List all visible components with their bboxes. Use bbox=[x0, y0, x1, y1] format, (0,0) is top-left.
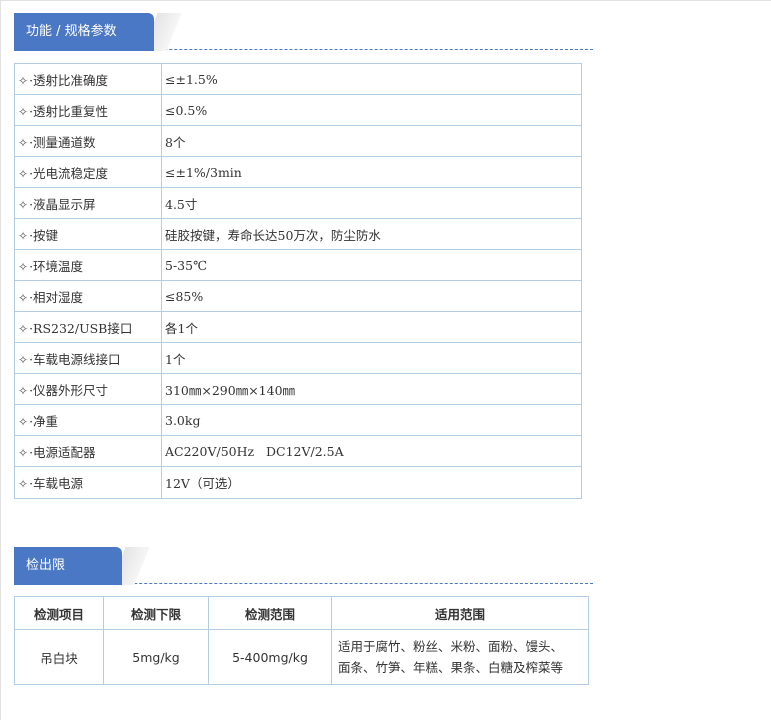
diamond-icon: ✧ bbox=[18, 197, 29, 212]
spec-label-cell: ✧·车载电源线接口 bbox=[14, 342, 162, 374]
frame-left-border bbox=[0, 0, 1, 720]
limit-table: 检测项目 检测下限 检测范围 适用范围 吊白块 5mg/kg 5-400mg/k… bbox=[14, 596, 589, 685]
diamond-icon: ✧ bbox=[18, 166, 29, 181]
table-row: ✧·液晶显示屏 4.5寸 bbox=[14, 187, 582, 219]
diamond-icon: ✧ bbox=[18, 73, 29, 88]
diamond-icon: ✧ bbox=[18, 414, 29, 429]
spec-value-cell: ≤85% bbox=[161, 280, 582, 312]
spec-value-cell: 8个 bbox=[161, 125, 582, 157]
table-header-row: 检测项目 检测下限 检测范围 适用范围 bbox=[14, 596, 589, 630]
spec-label-cell: ✧·RS232/USB接口 bbox=[14, 311, 162, 343]
spec-label-cell: ✧·测量通道数 bbox=[14, 125, 162, 157]
table-row: 吊白块 5mg/kg 5-400mg/kg 适用于腐竹、粉丝、米粉、面粉、馒头、… bbox=[14, 629, 589, 685]
spec-label-cell: ✧·透射比重复性 bbox=[14, 94, 162, 126]
diamond-icon: ✧ bbox=[18, 383, 29, 398]
spec-label-cell: ✧·液晶显示屏 bbox=[14, 187, 162, 219]
spec-label: ·光电流稳定度 bbox=[29, 165, 109, 181]
limit-section-title: 检出限 bbox=[26, 558, 66, 573]
spec-value-cell: ≤0.5% bbox=[161, 94, 582, 126]
spec-label: ·透射比重复性 bbox=[29, 103, 109, 119]
spec-table: ✧·透射比准确度 ≤±1.5% ✧·透射比重复性 ≤0.5% ✧·测量通道数 8… bbox=[14, 63, 582, 499]
spec-label-cell: ✧·电源适配器 bbox=[14, 435, 162, 467]
scope-line: 面条、竹笋、年糕、果条、白糖及榨菜等 bbox=[338, 660, 564, 675]
spec-label: ·相对湿度 bbox=[29, 289, 84, 305]
spec-label-cell: ✧·透射比准确度 bbox=[14, 63, 162, 95]
table-row: ✧·仪器外形尺寸 310㎜×290㎜×140㎜ bbox=[14, 373, 582, 405]
spec-label-cell: ✧·车载电源 bbox=[14, 466, 162, 499]
spec-label: ·电源适配器 bbox=[29, 444, 96, 460]
spec-value-cell: 5-35℃ bbox=[161, 249, 582, 281]
spec-label: ·测量通道数 bbox=[29, 134, 96, 150]
cell-scope: 适用于腐竹、粉丝、米粉、面粉、馒头、 面条、竹笋、年糕、果条、白糖及榨菜等 bbox=[331, 629, 589, 685]
spec-section-header: 功能 / 规格参数 bbox=[14, 13, 594, 53]
table-row: ✧·相对湿度 ≤85% bbox=[14, 280, 582, 312]
scope-line: 适用于腐竹、粉丝、米粉、面粉、馒头、 bbox=[338, 639, 564, 654]
spec-label: ·车载电源线接口 bbox=[29, 351, 121, 367]
diamond-icon: ✧ bbox=[18, 228, 29, 243]
diamond-icon: ✧ bbox=[18, 352, 29, 367]
spec-label: ·仪器外形尺寸 bbox=[29, 382, 109, 398]
diamond-icon: ✧ bbox=[18, 259, 29, 274]
spec-label-cell: ✧·仪器外形尺寸 bbox=[14, 373, 162, 405]
table-row: ✧·净重 3.0kg bbox=[14, 404, 582, 436]
diamond-icon: ✧ bbox=[18, 104, 29, 119]
diamond-icon: ✧ bbox=[18, 445, 29, 460]
spec-label: ·液晶显示屏 bbox=[29, 196, 96, 212]
table-row: ✧·光电流稳定度 ≤±1%/3min bbox=[14, 156, 582, 188]
spec-value-cell: 3.0kg bbox=[161, 404, 582, 436]
spec-value-cell: 310㎜×290㎜×140㎜ bbox=[161, 373, 582, 405]
spec-value-cell: ≤±1.5% bbox=[161, 63, 582, 95]
table-row: ✧·车载电源线接口 1个 bbox=[14, 342, 582, 374]
spec-value-cell: 各1个 bbox=[161, 311, 582, 343]
spec-label-cell: ✧·净重 bbox=[14, 404, 162, 436]
limit-section-header: 检出限 bbox=[14, 547, 594, 587]
spec-label: ·车载电源 bbox=[29, 476, 84, 491]
table-row: ✧·电源适配器 AC220V/50Hz DC12V/2.5A bbox=[14, 435, 582, 467]
header-lower-limit: 检测下限 bbox=[103, 596, 209, 630]
table-row: ✧·透射比重复性 ≤0.5% bbox=[14, 94, 582, 126]
cell-item: 吊白块 bbox=[14, 629, 104, 685]
spec-value-cell: ≤±1%/3min bbox=[161, 156, 582, 188]
spec-label-cell: ✧·光电流稳定度 bbox=[14, 156, 162, 188]
header-scope: 适用范围 bbox=[331, 596, 589, 630]
spec-label: ·环境温度 bbox=[29, 258, 84, 274]
limit-section-tab: 检出限 bbox=[14, 547, 122, 585]
diamond-icon: ✧ bbox=[18, 135, 29, 150]
spec-label: ·按键 bbox=[29, 227, 59, 243]
spec-label-cell: ✧·环境温度 bbox=[14, 249, 162, 281]
spec-value-cell: 4.5寸 bbox=[161, 187, 582, 219]
frame-top-border bbox=[0, 0, 771, 1]
cell-lower-limit: 5mg/kg bbox=[103, 629, 209, 685]
spec-value-cell: 12V（可选） bbox=[161, 466, 582, 499]
spec-value-cell: AC220V/50Hz DC12V/2.5A bbox=[161, 435, 582, 467]
diamond-icon: ✧ bbox=[18, 321, 29, 336]
diamond-icon: ✧ bbox=[18, 290, 29, 305]
spec-value-cell: 硅胶按键，寿命长达50万次，防尘防水 bbox=[161, 218, 582, 250]
spec-section-title: 功能 / 规格参数 bbox=[26, 24, 117, 39]
spec-label: ·RS232/USB接口 bbox=[29, 320, 133, 336]
spec-label: ·透射比准确度 bbox=[29, 72, 109, 88]
header-item: 检测项目 bbox=[14, 596, 104, 630]
spec-label-cell: ✧·相对湿度 bbox=[14, 280, 162, 312]
diamond-icon: ✧ bbox=[18, 477, 29, 491]
table-row: ✧·车载电源 12V（可选） bbox=[14, 466, 582, 499]
table-row: ✧·测量通道数 8个 bbox=[14, 125, 582, 157]
spec-section-tab: 功能 / 规格参数 bbox=[14, 13, 154, 51]
table-row: ✧·按键 硅胶按键，寿命长达50万次，防尘防水 bbox=[14, 218, 582, 250]
cell-range: 5-400mg/kg bbox=[208, 629, 332, 685]
header-range: 检测范围 bbox=[208, 596, 332, 630]
spec-label-cell: ✧·按键 bbox=[14, 218, 162, 250]
table-row: ✧·透射比准确度 ≤±1.5% bbox=[14, 63, 582, 95]
table-row: ✧·环境温度 5-35℃ bbox=[14, 249, 582, 281]
spec-value-cell: 1个 bbox=[161, 342, 582, 374]
spec-label: ·净重 bbox=[29, 413, 59, 429]
table-row: ✧·RS232/USB接口 各1个 bbox=[14, 311, 582, 343]
